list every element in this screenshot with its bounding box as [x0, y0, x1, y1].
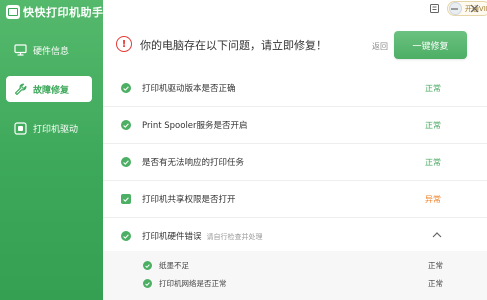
check-icon — [121, 157, 131, 167]
app-title: 快快打印机助手 — [23, 6, 104, 19]
sidebar-item-label: 故障修复 — [33, 85, 70, 96]
main-content: ! 你的电脑存在以下问题，请立即修复！ 返回 一键修复 打印机驱动版本是否正确 … — [103, 20, 487, 300]
status-badge: 正常 — [425, 158, 441, 167]
title-bar: 开通VIP — [103, 0, 487, 20]
check-icon — [121, 231, 131, 241]
sidebar-item-label: 硬件信息 — [33, 46, 70, 57]
close-icon[interactable] — [469, 3, 480, 14]
check-label: 打印机网络是否正常 — [159, 279, 227, 288]
app-brand: 快快打印机助手 — [6, 4, 104, 20]
status-badge: 正常 — [425, 84, 441, 93]
sidebar: 快快打印机助手 硬件信息 故障修复 打印机驱动 — [0, 0, 103, 300]
sidebar-item-printer-driver[interactable]: 打印机驱动 — [6, 115, 92, 141]
list-item[interactable]: 打印机共享权限是否打开 异常 — [103, 181, 487, 218]
sidebar-item-fault-repair[interactable]: 故障修复 — [6, 76, 92, 102]
check-label: 打印机共享权限是否打开 — [142, 195, 236, 205]
check-label: Print Spooler服务是否开启 — [142, 121, 248, 131]
sidebar-item-label: 打印机驱动 — [33, 124, 79, 135]
driver-icon — [14, 121, 27, 135]
list-item: 是否有无法响应的打印任务 正常 — [103, 144, 487, 181]
alert-icon: ! — [116, 36, 132, 52]
wrench-icon — [14, 83, 27, 95]
status-badge: 正常 — [425, 121, 441, 130]
sidebar-item-hardware-info[interactable]: 硬件信息 — [6, 37, 92, 63]
back-link[interactable]: 返回 — [372, 41, 388, 52]
status-badge: 正常 — [428, 261, 443, 270]
printer-logo-icon — [6, 5, 20, 19]
alert-message: 你的电脑存在以下问题，请立即修复！ — [140, 39, 327, 52]
status-badge: 正常 — [428, 279, 443, 288]
check-icon — [121, 120, 131, 130]
one-click-fix-button[interactable]: 一键修复 — [394, 31, 467, 59]
monitor-icon — [14, 44, 27, 56]
menu-icon[interactable] — [429, 3, 440, 14]
check-label: 打印机硬件错误 请自行检查并处理 — [142, 232, 263, 242]
minimize-icon[interactable] — [449, 3, 460, 14]
check-hint: 请自行检查并处理 — [206, 233, 263, 241]
list-item: 打印机驱动版本是否正确 正常 — [103, 70, 487, 107]
check-icon — [143, 279, 152, 288]
check-label: 纸墨不足 — [159, 261, 189, 270]
list-item-expandable[interactable]: 打印机硬件错误 请自行检查并处理 — [103, 218, 487, 254]
list-item: 打印机网络是否正常 正常 — [103, 276, 487, 292]
check-label: 是否有无法响应的打印任务 — [142, 158, 245, 168]
status-badge: 异常 — [425, 195, 441, 204]
list-item: 纸墨不足 正常 — [103, 258, 487, 274]
check-label: 打印机驱动版本是否正确 — [142, 84, 236, 94]
list-item: Print Spooler服务是否开启 正常 — [103, 107, 487, 144]
check-icon — [121, 83, 131, 93]
sub-check-list: 纸墨不足 正常 打印机网络是否正常 正常 — [103, 251, 487, 300]
checkbox-icon[interactable] — [121, 194, 131, 204]
chevron-up-icon[interactable] — [432, 231, 442, 239]
check-icon — [143, 261, 152, 270]
check-list: 打印机驱动版本是否正确 正常 Print Spooler服务是否开启 正常 是否… — [103, 70, 487, 254]
